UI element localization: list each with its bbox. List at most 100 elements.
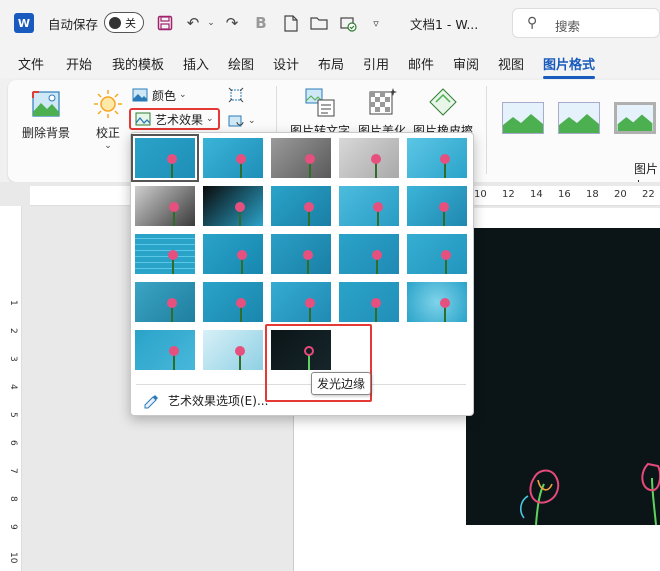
tab-mailings[interactable]: 邮件 bbox=[408, 54, 434, 73]
chevron-down-icon: ⌄ bbox=[206, 114, 214, 124]
redo-icon[interactable]: ↷ bbox=[222, 12, 242, 34]
tab-my-templates[interactable]: 我的模板 bbox=[112, 54, 164, 73]
effect-thumbnail[interactable] bbox=[203, 282, 263, 322]
ruler-number: 18 bbox=[586, 189, 599, 200]
artistic-effects-options-item[interactable]: 艺术效果选项(E)... bbox=[142, 391, 268, 409]
ruler-number: 12 bbox=[502, 189, 515, 200]
effect-thumbnail[interactable] bbox=[203, 234, 263, 274]
tab-insert[interactable]: 插入 bbox=[183, 54, 209, 73]
flower-shape bbox=[371, 298, 381, 308]
flower-shape bbox=[305, 154, 315, 164]
undo-dropdown-icon[interactable]: ⌄ bbox=[201, 12, 221, 34]
undo-icon[interactable]: ↶ bbox=[183, 12, 203, 34]
artistic-effects-options-label: 艺术效果选项(E)... bbox=[168, 393, 269, 408]
tab-review[interactable]: 审阅 bbox=[453, 54, 479, 73]
change-picture-button[interactable]: ⌄ bbox=[228, 110, 256, 132]
corrections-button[interactable]: 校正 ⌄ bbox=[92, 88, 124, 151]
effect-thumbnail[interactable] bbox=[271, 234, 331, 274]
effect-thumbnail[interactable] bbox=[135, 186, 195, 226]
ruler-number: 20 bbox=[614, 189, 627, 200]
flower-stem bbox=[307, 258, 309, 274]
effect-tooltip: 发光边缘 bbox=[311, 372, 372, 395]
effect-thumbnail[interactable] bbox=[407, 282, 467, 322]
ruler-number: 4 bbox=[8, 384, 18, 390]
autosave-toggle[interactable]: 关 bbox=[104, 12, 144, 33]
ruler-number: 3 bbox=[8, 356, 18, 362]
tab-design[interactable]: 设计 bbox=[273, 54, 299, 73]
tab-file[interactable]: 文件 bbox=[18, 54, 44, 73]
effect-thumbnail[interactable] bbox=[407, 138, 467, 178]
flower-stem bbox=[239, 354, 241, 370]
ribbon-separator bbox=[486, 86, 487, 174]
flower-shape bbox=[303, 250, 313, 260]
search-box[interactable]: ⚲ 搜索 bbox=[512, 8, 660, 38]
effect-thumbnail[interactable] bbox=[271, 282, 331, 322]
picture-style-thumb[interactable] bbox=[614, 102, 656, 134]
effect-thumbnail[interactable] bbox=[135, 282, 195, 322]
tab-view[interactable]: 视图 bbox=[498, 54, 524, 73]
flower-shape bbox=[169, 202, 179, 212]
color-icon bbox=[132, 87, 148, 103]
flower-shape bbox=[236, 298, 246, 308]
flower-shape bbox=[441, 250, 451, 260]
flower-stem bbox=[173, 210, 175, 226]
effect-thumbnail[interactable] bbox=[135, 234, 195, 274]
flower-shape bbox=[440, 154, 450, 164]
ruler-number: 6 bbox=[8, 440, 18, 446]
flower-shape bbox=[236, 154, 246, 164]
remove-background-button[interactable]: 删除背景 bbox=[22, 88, 70, 141]
flower-shape bbox=[305, 298, 315, 308]
tab-draw[interactable]: 绘图 bbox=[228, 54, 254, 73]
color-button[interactable]: 颜色 ⌄ bbox=[132, 84, 187, 106]
effect-thumbnail[interactable] bbox=[339, 138, 399, 178]
effect-thumbnail[interactable] bbox=[203, 186, 263, 226]
picture-style-thumb[interactable] bbox=[502, 102, 544, 134]
flower-shape bbox=[373, 202, 383, 212]
effect-thumbnail[interactable] bbox=[407, 234, 467, 274]
effect-thumbnail[interactable] bbox=[135, 330, 195, 370]
effect-thumbnail[interactable] bbox=[339, 234, 399, 274]
flower-stem bbox=[445, 258, 447, 274]
menu-bar: 文件 开始 我的模板 插入 绘图 设计 布局 引用 邮件 审阅 视图 图片格式 bbox=[0, 46, 660, 79]
artistic-effects-button[interactable]: 艺术效果 ⌄ bbox=[129, 108, 220, 130]
flower-shape bbox=[235, 202, 245, 212]
bold-icon[interactable]: B bbox=[251, 12, 271, 34]
vertical-ruler: 1 2 3 4 5 6 7 8 9 10 bbox=[0, 206, 22, 571]
autosave-label: 自动保存 bbox=[48, 17, 99, 32]
document-image-glowing-edges[interactable] bbox=[466, 228, 660, 525]
effect-thumbnail[interactable] bbox=[407, 186, 467, 226]
effect-thumbnail[interactable] bbox=[203, 330, 263, 370]
flower-stem bbox=[239, 210, 241, 226]
open-folder-icon[interactable] bbox=[309, 12, 329, 34]
title-bar: W 自动保存 关 ↶ ⌄ ↷ B ▿ 文档1 - W... ⚲ 搜索 bbox=[0, 0, 660, 46]
tab-picture-format[interactable]: 图片格式 bbox=[543, 54, 596, 79]
effect-thumbnail[interactable] bbox=[339, 282, 399, 322]
picture-style-thumb[interactable] bbox=[558, 102, 600, 134]
ruler-number: 10 bbox=[8, 552, 18, 564]
compress-pictures-button[interactable] bbox=[228, 84, 248, 106]
effect-thumbnail[interactable] bbox=[203, 138, 263, 178]
new-doc-icon[interactable] bbox=[281, 12, 301, 34]
flower-shape bbox=[439, 202, 449, 212]
flower-stem bbox=[171, 162, 173, 178]
paint-brush-icon bbox=[142, 391, 160, 409]
effect-thumbnail[interactable] bbox=[271, 138, 331, 178]
remove-background-label: 删除背景 bbox=[22, 126, 71, 140]
accessibility-icon[interactable] bbox=[338, 12, 358, 34]
tab-layout[interactable]: 布局 bbox=[318, 54, 344, 73]
tab-home[interactable]: 开始 bbox=[66, 54, 92, 73]
eraser-icon bbox=[427, 86, 459, 118]
flower-stem bbox=[171, 306, 173, 322]
flower-shape bbox=[167, 298, 177, 308]
autosave-state: 关 bbox=[125, 17, 136, 30]
save-icon[interactable] bbox=[155, 12, 175, 34]
effect-thumbnail[interactable] bbox=[271, 186, 331, 226]
remove-background-icon bbox=[30, 88, 62, 120]
flower-stem bbox=[309, 306, 311, 322]
tab-references[interactable]: 引用 bbox=[363, 54, 389, 73]
effect-thumbnail[interactable] bbox=[131, 134, 199, 182]
picture-beautify-icon bbox=[366, 86, 398, 118]
customize-qat-icon[interactable]: ▿ bbox=[366, 12, 386, 34]
effect-thumbnail[interactable] bbox=[339, 186, 399, 226]
flower-stem bbox=[376, 258, 378, 274]
